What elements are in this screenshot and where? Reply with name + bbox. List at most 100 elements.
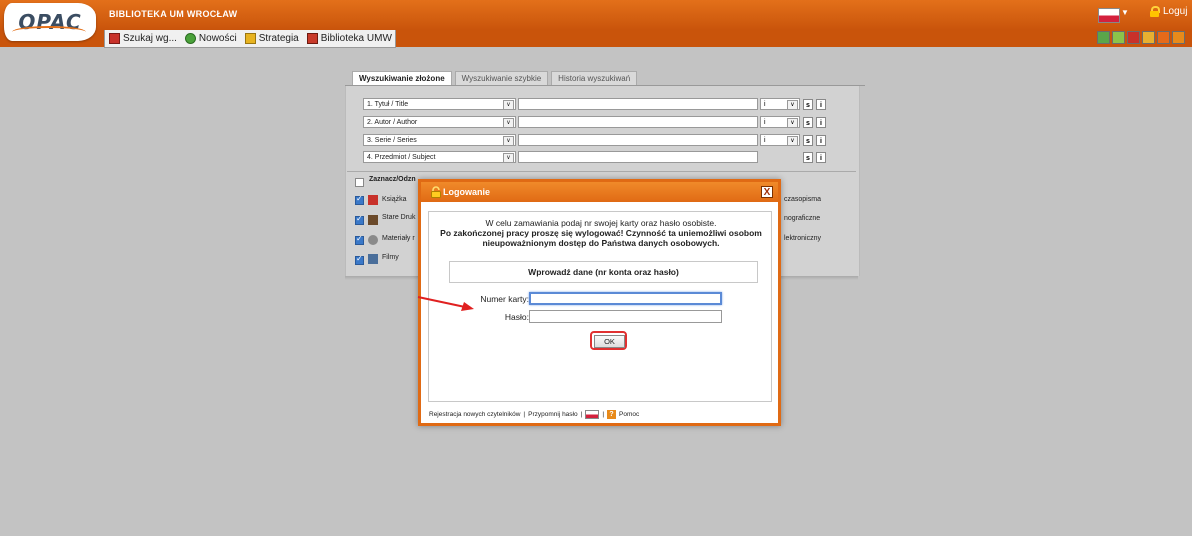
- select-all-label: Zaznacz/Odzn: [369, 176, 416, 183]
- material-label: Materiały r: [382, 235, 415, 242]
- menu-item-library[interactable]: Biblioteka UMW: [303, 30, 396, 47]
- chevron-down-icon: ∨: [503, 136, 514, 146]
- chevron-down-icon: ∨: [787, 136, 798, 146]
- index-i-button[interactable]: i: [816, 151, 826, 163]
- footer-separator: |: [523, 411, 526, 418]
- index-s-button[interactable]: s: [803, 134, 813, 146]
- language-flag-icon[interactable]: [585, 410, 600, 419]
- search-term-input[interactable]: [518, 116, 758, 128]
- field-select-value: 3. Serie / Series: [367, 137, 417, 144]
- main-menu: Szukaj wg... Nowości Strategia Bibliotek…: [104, 30, 396, 48]
- strategy-icon: [244, 33, 256, 44]
- library-icon: [306, 33, 318, 44]
- toolbar-right-icons: [1097, 31, 1185, 44]
- help-icon: ?: [607, 410, 617, 419]
- export-icon[interactable]: [1112, 31, 1125, 44]
- login-link[interactable]: Loguj: [1150, 6, 1187, 17]
- dialog-footer: Rejestracja nowych czytelników | Przypom…: [429, 410, 639, 419]
- login-label: Loguj: [1163, 6, 1188, 17]
- close-icon[interactable]: X: [761, 186, 773, 198]
- search-row: 2. Autor / Author ∨ i ∨ s i: [363, 116, 826, 128]
- search-term-input[interactable]: [518, 151, 758, 163]
- operator-value: i: [764, 101, 766, 108]
- library-name: BIBLIOTEKA UM WROCŁAW: [109, 9, 238, 19]
- login-dialog: Logowanie X W celu zamawiania podaj nr s…: [418, 179, 781, 426]
- chevron-down-icon: ∨: [787, 100, 798, 110]
- material-label: Stare Druk: [382, 214, 416, 221]
- material-label: Książka: [382, 196, 407, 203]
- operator-select[interactable]: i ∨: [760, 134, 800, 146]
- field-select[interactable]: 4. Przedmiot / Subject ∨: [363, 151, 516, 163]
- info-line: W celu zamawiania podaj nr swojej karty …: [485, 218, 717, 228]
- help-link[interactable]: Pomoc: [619, 411, 639, 418]
- chevron-down-icon: ∨: [503, 118, 514, 128]
- language-flag-icon[interactable]: [1098, 8, 1120, 23]
- news-icon: [184, 33, 196, 44]
- index-s-button[interactable]: s: [803, 116, 813, 128]
- language-dropdown-icon[interactable]: ▼: [1121, 8, 1129, 17]
- field-select-value: 2. Autor / Author: [367, 119, 418, 126]
- card-number-label: Numer karty:: [480, 294, 529, 304]
- footer-separator: |: [580, 411, 583, 418]
- material-label: nograficzne: [784, 215, 821, 222]
- operator-value: i: [764, 119, 766, 126]
- index-i-button[interactable]: i: [816, 134, 826, 146]
- menu-item-label: Szukaj wg...: [123, 33, 177, 44]
- material-label: czasopisma: [784, 196, 821, 203]
- search-term-input[interactable]: [518, 134, 758, 146]
- index-s-button[interactable]: s: [803, 151, 813, 163]
- field-select-value: 1. Tytuł / Title: [367, 101, 409, 108]
- index-s-button[interactable]: s: [803, 98, 813, 110]
- chevron-down-icon: ∨: [787, 118, 798, 128]
- home-icon[interactable]: [1157, 31, 1170, 44]
- tab-quick-search[interactable]: Wyszukiwanie szybkie: [454, 71, 549, 86]
- field-select[interactable]: 2. Autor / Author ∨: [363, 116, 516, 128]
- index-i-button[interactable]: i: [816, 116, 826, 128]
- material-checkbox[interactable]: [355, 214, 364, 225]
- info-line-warning: nieupoważnionym dostęp do Państwa danych…: [482, 238, 720, 248]
- field-select[interactable]: 3. Serie / Series ∨: [363, 134, 516, 146]
- field-select[interactable]: 1. Tytuł / Title ∨: [363, 98, 516, 110]
- menu-item-strategy[interactable]: Strategia: [241, 30, 303, 47]
- tab-search-history[interactable]: Historia wyszukiwań: [551, 71, 638, 86]
- search-tabs: Wyszukiwanie złożone Wyszukiwanie szybki…: [352, 71, 640, 86]
- dialog-header: Logowanie X: [421, 182, 778, 202]
- logo-swoosh: [12, 26, 86, 38]
- help-icon[interactable]: [1172, 31, 1185, 44]
- menu-item-search[interactable]: Szukaj wg...: [105, 30, 181, 47]
- material-label: lektroniczny: [784, 235, 821, 242]
- dialog-info: W celu zamawiania podaj nr swojej karty …: [429, 218, 773, 248]
- select-all-checkbox[interactable]: [355, 178, 364, 187]
- film-icon: [368, 254, 378, 264]
- index-i-button[interactable]: i: [816, 98, 826, 110]
- material-checkbox[interactable]: [355, 234, 364, 245]
- lock-icon: [1150, 6, 1160, 17]
- password-input[interactable]: [529, 310, 722, 323]
- materials-icon: [368, 235, 378, 245]
- tab-complex-search[interactable]: Wyszukiwanie złożone: [352, 71, 452, 86]
- edit-icon[interactable]: [1142, 31, 1155, 44]
- ok-button[interactable]: OK: [594, 335, 625, 348]
- menu-item-label: Nowości: [198, 33, 237, 44]
- material-label: Filmy: [382, 254, 399, 261]
- chevron-down-icon: ∨: [503, 100, 514, 110]
- material-checkbox[interactable]: [355, 194, 364, 205]
- book-icon: [368, 195, 378, 205]
- material-checkbox[interactable]: [355, 254, 364, 265]
- password-label: Hasło:: [504, 312, 529, 322]
- opac-logo[interactable]: OPAC: [4, 3, 96, 41]
- field-select-value: 4. Przedmiot / Subject: [367, 154, 436, 161]
- operator-select[interactable]: i ∨: [760, 98, 800, 110]
- operator-select[interactable]: i ∨: [760, 116, 800, 128]
- chevron-down-icon: ∨: [503, 153, 514, 163]
- menu-item-label: Biblioteka UMW: [320, 33, 392, 44]
- account-icon[interactable]: [1097, 31, 1110, 44]
- dialog-title: Logowanie: [443, 187, 490, 197]
- card-number-input[interactable]: [529, 292, 722, 305]
- register-link[interactable]: Rejestracja nowych czytelników: [429, 411, 520, 418]
- search-term-input[interactable]: [518, 98, 758, 110]
- basket-icon[interactable]: [1127, 31, 1140, 44]
- menu-item-news[interactable]: Nowości: [181, 30, 241, 47]
- remind-password-link[interactable]: Przypomnij hasło: [528, 411, 578, 418]
- search-row: 1. Tytuł / Title ∨ i ∨ s i: [363, 98, 826, 110]
